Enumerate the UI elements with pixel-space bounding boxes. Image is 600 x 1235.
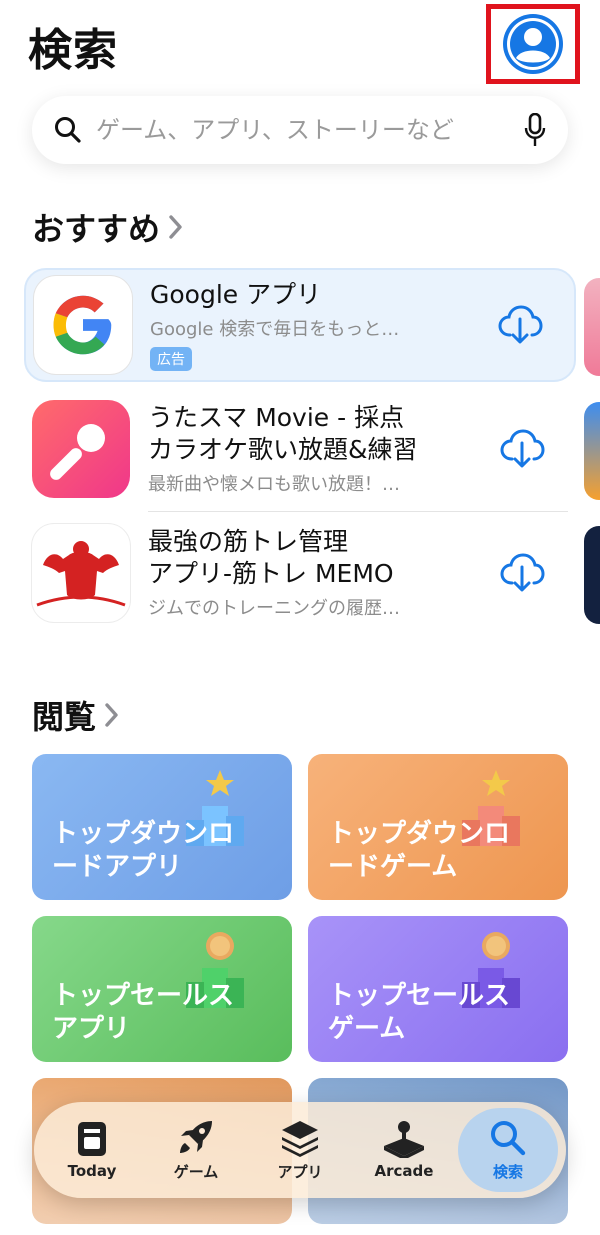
app-row-google[interactable]: Google アプリ Google 検索で毎日をもっと… 広告	[24, 268, 576, 382]
tile-label: トップセールスゲーム	[328, 981, 511, 1044]
cloud-download-icon	[498, 305, 543, 344]
search-icon	[491, 1120, 526, 1155]
recommended-heading[interactable]: おすすめ	[32, 204, 184, 250]
tile-top-download-games[interactable]: トップダウンロードゲーム	[308, 754, 568, 900]
search-input[interactable]	[96, 110, 510, 150]
app-name: Google アプリ	[150, 280, 322, 309]
apps-stack-icon	[282, 1120, 318, 1157]
search-bar[interactable]	[32, 96, 568, 164]
row-divider	[148, 511, 568, 512]
search-icon	[55, 117, 81, 143]
app-row-kintore[interactable]: 最強の筋トレ管理 アプリ-筋トレ MEMO ジムでのトレーニングの履歴…	[24, 516, 576, 630]
tile-label: トップダウンロードゲーム	[328, 819, 511, 882]
app-name: 最強の筋トレ管理	[148, 527, 349, 556]
app-name: うたスマ Movie - 採点	[148, 403, 405, 432]
cloud-download-icon	[500, 553, 545, 592]
tab-arcade[interactable]: Arcade	[354, 1108, 454, 1192]
header: 検索	[0, 0, 600, 90]
browse-heading[interactable]: 閲覧	[32, 692, 120, 738]
google-app-icon	[34, 276, 132, 374]
ad-badge: 広告	[150, 347, 192, 371]
page-title: 検索	[28, 25, 118, 76]
tab-bar: Today ゲーム アプリ Arcade 検索	[34, 1102, 566, 1198]
tab-games[interactable]: ゲーム	[146, 1108, 246, 1192]
tile-top-sales-games[interactable]: トップセールスゲーム	[308, 916, 568, 1062]
muscle-app-icon	[32, 524, 130, 622]
tile-top-download-apps[interactable]: トップダウンロードアプリ	[32, 754, 292, 900]
chevron-right-icon	[169, 215, 182, 239]
account-button[interactable]	[486, 4, 580, 84]
next-app-icon-peek	[584, 526, 600, 624]
tile-top-sales-apps[interactable]: トップセールスアプリ	[32, 916, 292, 1062]
tile-label: トップセールスアプリ	[52, 981, 235, 1044]
chevron-right-icon	[105, 703, 118, 727]
tab-apps[interactable]: アプリ	[250, 1108, 350, 1192]
tile-label: トップダウンロードアプリ	[52, 819, 235, 882]
browse-heading-label: 閲覧	[32, 698, 97, 736]
tab-label: Arcade	[374, 1162, 434, 1180]
download-button[interactable]	[492, 297, 548, 353]
app-subtitle: ジムでのトレーニングの履歴…	[148, 598, 400, 619]
account-icon	[503, 14, 563, 74]
joystick-icon	[384, 1121, 424, 1158]
tab-label: Today	[67, 1162, 117, 1180]
today-icon	[78, 1122, 106, 1156]
next-app-icon-peek	[584, 402, 600, 500]
cloud-download-icon	[500, 429, 545, 468]
app-name-line2: アプリ-筋トレ MEMO	[148, 559, 394, 588]
tab-today[interactable]: Today	[42, 1108, 142, 1192]
karaoke-app-icon	[32, 400, 130, 498]
download-button[interactable]	[494, 545, 550, 601]
microphone-icon[interactable]	[524, 113, 546, 147]
app-subtitle: Google 検索で毎日をもっと…	[150, 319, 400, 340]
next-app-icon-peek	[584, 278, 600, 376]
recommended-heading-label: おすすめ	[32, 210, 161, 248]
tab-search[interactable]: 検索	[458, 1108, 558, 1192]
tab-label: 検索	[492, 1162, 523, 1181]
download-button[interactable]	[494, 421, 550, 477]
tab-label: アプリ	[277, 1162, 323, 1181]
app-row-utasuma[interactable]: うたスマ Movie - 採点 カラオケ歌い放題&練習 最新曲や懐メロも歌い放題…	[24, 392, 576, 506]
rocket-icon	[180, 1120, 212, 1153]
app-name-line2: カラオケ歌い放題&練習	[148, 435, 418, 464]
tab-label: ゲーム	[173, 1162, 219, 1181]
app-subtitle: 最新曲や懐メロも歌い放題！…	[148, 474, 400, 495]
